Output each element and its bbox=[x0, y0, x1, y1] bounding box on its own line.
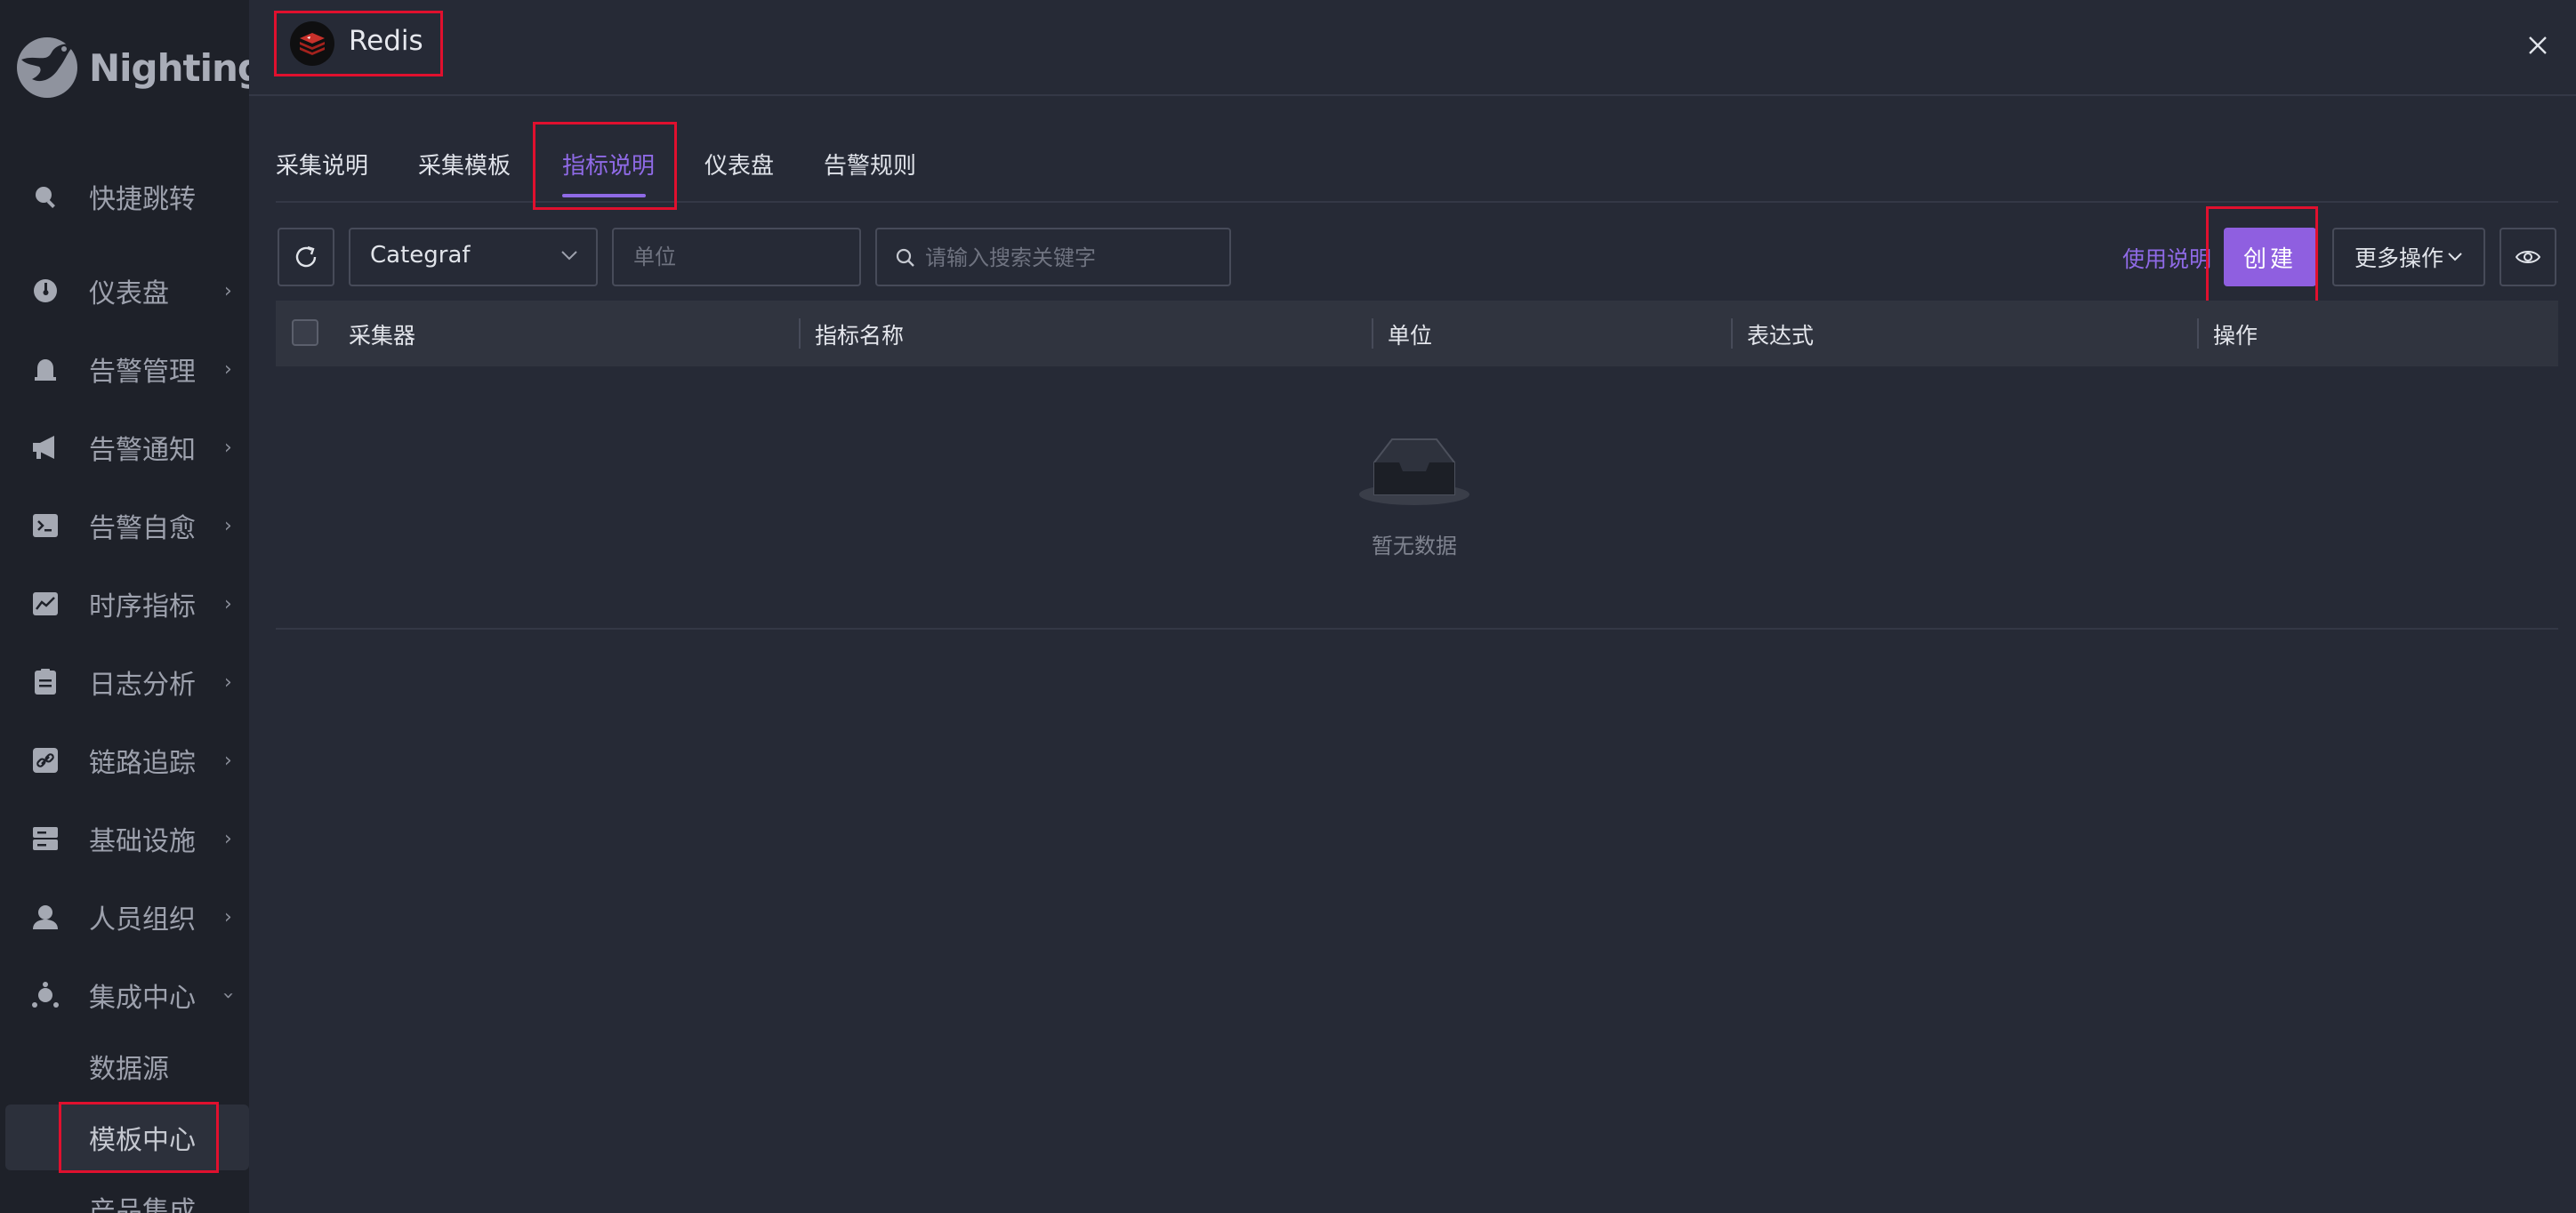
unit-input[interactable] bbox=[612, 228, 861, 286]
empty-state-text: 暂无数据 bbox=[1372, 534, 1457, 558]
column-header-unit[interactable]: 单位 bbox=[1388, 318, 1432, 350]
sidebar-item-label: 基础设施 bbox=[89, 826, 196, 857]
sidebar-item-infrastructure[interactable]: 基础设施 › bbox=[0, 807, 249, 870]
sidebar-item-integration-center[interactable]: 集成中心 › bbox=[0, 964, 249, 1026]
highlight-box-template-center bbox=[59, 1102, 219, 1173]
logo[interactable]: Nightingale bbox=[12, 30, 249, 105]
chevron-right-icon: › bbox=[224, 592, 232, 615]
more-actions-button[interactable]: 更多操作 bbox=[2332, 228, 2485, 286]
table-divider bbox=[276, 628, 2558, 630]
chevron-right-icon: › bbox=[224, 749, 232, 772]
column-header-expression[interactable]: 表达式 bbox=[1747, 318, 1814, 350]
collector-select-value: Categraf bbox=[370, 242, 471, 269]
refresh-icon bbox=[295, 245, 317, 268]
line-chart-icon bbox=[30, 589, 60, 619]
column-divider bbox=[1731, 318, 1733, 349]
dashboard-icon bbox=[30, 276, 60, 306]
chevron-right-icon: › bbox=[224, 905, 232, 928]
link-icon bbox=[30, 745, 60, 775]
sidebar-subitem-datasource[interactable]: 数据源 bbox=[0, 1033, 249, 1099]
megaphone-icon bbox=[30, 432, 60, 462]
search-input[interactable] bbox=[923, 229, 1220, 286]
sidebar-item-people-org[interactable]: 人员组织 › bbox=[0, 886, 249, 948]
empty-state: 暂无数据 bbox=[1343, 432, 1485, 559]
tab-dashboard[interactable]: 仪表盘 bbox=[704, 148, 774, 181]
alarm-icon bbox=[30, 354, 60, 384]
empty-inbox-icon bbox=[1359, 438, 1469, 505]
nightingale-bird-icon bbox=[17, 37, 77, 98]
toolbar: Categraf 使用说明 创建 更多操作 bbox=[276, 206, 2558, 306]
search-box[interactable] bbox=[875, 228, 1231, 286]
table-header: 采集器 指标名称 单位 表达式 操作 bbox=[276, 301, 2558, 366]
column-visibility-button[interactable] bbox=[2500, 228, 2556, 286]
highlight-box-create bbox=[2206, 206, 2318, 306]
refresh-button[interactable] bbox=[278, 228, 334, 286]
more-actions-label: 更多操作 bbox=[2354, 245, 2443, 271]
tab-alert-rules[interactable]: 告警规则 bbox=[824, 148, 916, 181]
column-header-metric-name[interactable]: 指标名称 bbox=[815, 318, 904, 350]
sidebar-item-label: 日志分析 bbox=[89, 670, 196, 701]
sidebar-item-label: 链路追踪 bbox=[89, 748, 196, 779]
column-divider bbox=[2197, 318, 2199, 349]
brand-name: Nightingale bbox=[89, 45, 249, 90]
sidebar-item-log-analysis[interactable]: 日志分析 › bbox=[0, 651, 249, 713]
column-header-actions: 操作 bbox=[2213, 323, 2258, 349]
chevron-right-icon: › bbox=[224, 514, 232, 537]
integration-icon bbox=[30, 980, 60, 1010]
sidebar-subitem-product-integration[interactable]: 产品集成 bbox=[0, 1176, 249, 1213]
drawer-header: Redis bbox=[249, 0, 2576, 96]
sidebar-item-alarm-self-healing[interactable]: 告警自愈 › bbox=[0, 494, 249, 557]
search-icon bbox=[30, 181, 60, 212]
column-divider bbox=[799, 318, 801, 349]
highlight-box-active-tab bbox=[533, 122, 677, 210]
log-icon bbox=[30, 667, 60, 697]
close-icon[interactable] bbox=[2516, 23, 2560, 68]
sidebar-item-label: 告警自愈 bbox=[89, 513, 196, 544]
sidebar-item-metrics[interactable]: 时序指标 › bbox=[0, 573, 249, 635]
chevron-down-icon bbox=[2448, 253, 2462, 261]
column-divider bbox=[1372, 318, 1373, 349]
sidebar-item-label: 时序指标 bbox=[89, 591, 196, 623]
column-header-collector[interactable]: 采集器 bbox=[349, 318, 415, 350]
sidebar-item-label: 快捷跳转 bbox=[89, 184, 196, 215]
chevron-right-icon: › bbox=[224, 357, 232, 381]
sidebar-item-alarm-management[interactable]: 告警管理 › bbox=[0, 338, 249, 400]
chevron-right-icon: › bbox=[224, 671, 232, 694]
chevron-down-icon: › bbox=[216, 991, 239, 1000]
tab-bar: 采集说明 采集模板 指标说明 仪表盘 告警规则 bbox=[276, 122, 2558, 210]
usage-guide-link[interactable]: 使用说明 bbox=[2122, 242, 2211, 274]
terminal-icon bbox=[30, 510, 60, 541]
sidebar-item-label: 集成中心 bbox=[89, 983, 196, 1014]
eye-icon bbox=[2516, 251, 2540, 263]
sidebar-subitem-label: 数据源 bbox=[89, 1054, 169, 1085]
sidebar-item-dashboard[interactable]: 仪表盘 › bbox=[0, 260, 249, 322]
redis-logo-icon bbox=[290, 21, 334, 66]
tab-collection-template[interactable]: 采集模板 bbox=[418, 148, 511, 181]
chevron-right-icon: › bbox=[224, 279, 232, 302]
tab-collection-guide[interactable]: 采集说明 bbox=[276, 148, 368, 181]
select-all-checkbox[interactable] bbox=[292, 319, 318, 346]
sidebar-item-label: 人员组织 bbox=[89, 904, 196, 936]
chevron-right-icon: › bbox=[224, 436, 232, 459]
sidebar-item-label: 告警通知 bbox=[89, 435, 196, 466]
sidebar-item-label: 告警管理 bbox=[89, 357, 196, 388]
chevron-down-icon bbox=[561, 251, 577, 261]
server-icon bbox=[30, 823, 60, 854]
page-title: Redis bbox=[349, 25, 423, 57]
search-icon bbox=[896, 248, 914, 267]
sidebar-subitem-label: 产品集成 bbox=[89, 1196, 196, 1213]
collector-select[interactable]: Categraf bbox=[349, 228, 598, 286]
sidebar-item-quick-jump[interactable]: 快捷跳转 bbox=[0, 165, 249, 228]
user-icon bbox=[30, 902, 60, 932]
sidebar-item-label: 仪表盘 bbox=[89, 278, 169, 309]
sidebar-item-tracing[interactable]: 链路追踪 › bbox=[0, 729, 249, 791]
sidebar-item-alarm-notification[interactable]: 告警通知 › bbox=[0, 416, 249, 478]
sidebar: Nightingale 快捷跳转 仪表盘 › 告警管理 › 告警通知 › 告警自… bbox=[0, 0, 249, 1213]
chevron-right-icon: › bbox=[224, 827, 232, 850]
